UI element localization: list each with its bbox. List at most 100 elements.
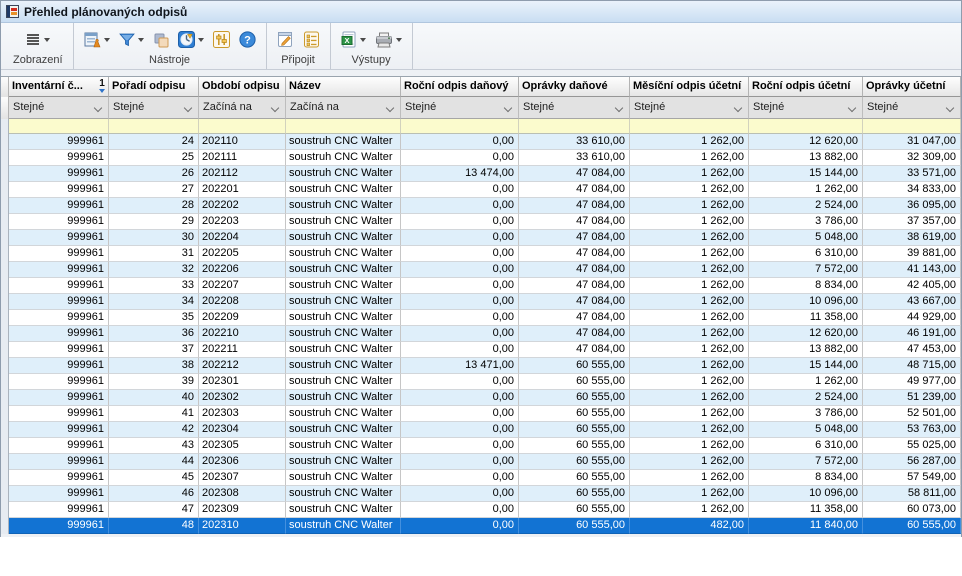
grid-cell-obdobi-odpisu[interactable]: 202203 xyxy=(199,214,286,230)
grid-cell-opravky-danove[interactable]: 60 555,00 xyxy=(519,406,630,422)
grid-cell-mesicni-odpis-ucetni[interactable]: 1 262,00 xyxy=(630,294,749,310)
grid-cell-poradi-odpisu[interactable]: 36 xyxy=(109,326,199,342)
grid-cell-obdobi-odpisu[interactable]: 202112 xyxy=(199,166,286,182)
grid-cell-rocni-odpis-ucetni[interactable]: 3 786,00 xyxy=(749,406,863,422)
column-header-mesicni-odpis-ucetni[interactable]: Měsíční odpis účetní xyxy=(630,77,749,97)
column-header-obdobi-odpisu[interactable]: Období odpisu xyxy=(199,77,286,97)
grid-cell-opravky-ucetni[interactable]: 48 715,00 xyxy=(863,358,961,374)
table-row[interactable]: 99996144202306soustruh CNC Walter0,0060 … xyxy=(1,454,961,470)
grid-cell-mesicni-odpis-ucetni[interactable]: 1 262,00 xyxy=(630,422,749,438)
grid-cell-rocni-odpis-danovy[interactable]: 0,00 xyxy=(401,326,519,342)
grid-cell-obdobi-odpisu[interactable]: 202306 xyxy=(199,454,286,470)
grid-cell-inventarni-cislo[interactable]: 999961 xyxy=(9,294,109,310)
table-row[interactable]: 99996146202308soustruh CNC Walter0,0060 … xyxy=(1,486,961,502)
grid-cell-obdobi-odpisu[interactable]: 202209 xyxy=(199,310,286,326)
grid-cell-poradi-odpisu[interactable]: 27 xyxy=(109,182,199,198)
grid-cell-rocni-odpis-ucetni[interactable]: 2 524,00 xyxy=(749,390,863,406)
grid-cell-mesicni-odpis-ucetni[interactable]: 1 262,00 xyxy=(630,166,749,182)
grid-cell-opravky-ucetni[interactable]: 53 763,00 xyxy=(863,422,961,438)
grid-cell-opravky-danove[interactable]: 47 084,00 xyxy=(519,166,630,182)
table-row[interactable]: 99996124202110soustruh CNC Walter0,0033 … xyxy=(1,134,961,150)
grid-cell-obdobi-odpisu[interactable]: 202110 xyxy=(199,134,286,150)
grid-cell-rocni-odpis-ucetni[interactable]: 5 048,00 xyxy=(749,422,863,438)
table-row[interactable]: 99996139202301soustruh CNC Walter0,0060 … xyxy=(1,374,961,390)
grid-cell-inventarni-cislo[interactable]: 999961 xyxy=(9,150,109,166)
grid-cell-poradi-odpisu[interactable]: 32 xyxy=(109,262,199,278)
grid-cell-opravky-danove[interactable]: 47 084,00 xyxy=(519,198,630,214)
grid-cell-rocni-odpis-danovy[interactable]: 0,00 xyxy=(401,198,519,214)
grid-cell-poradi-odpisu[interactable]: 40 xyxy=(109,390,199,406)
column-header-inventarni-cislo[interactable]: Inventární č...1 xyxy=(9,77,109,97)
grid-cell-rocni-odpis-ucetni[interactable]: 1 262,00 xyxy=(749,374,863,390)
grid-cell-opravky-ucetni[interactable]: 32 309,00 xyxy=(863,150,961,166)
filter-dropdown-inventarni-cislo[interactable]: Stejné xyxy=(9,97,109,119)
column-header-poradi-odpisu[interactable]: Pořadí odpisu xyxy=(109,77,199,97)
grid-cell-rocni-odpis-danovy[interactable]: 0,00 xyxy=(401,486,519,502)
grid-cell-rocni-odpis-ucetni[interactable]: 13 882,00 xyxy=(749,342,863,358)
grid-cell-opravky-danove[interactable]: 60 555,00 xyxy=(519,486,630,502)
grid-cell-rocni-odpis-ucetni[interactable]: 10 096,00 xyxy=(749,294,863,310)
grid-cell-rocni-odpis-danovy[interactable]: 0,00 xyxy=(401,134,519,150)
grid-cell-inventarni-cislo[interactable]: 999961 xyxy=(9,518,109,534)
grid-cell-opravky-danove[interactable]: 47 084,00 xyxy=(519,182,630,198)
grid-cell-obdobi-odpisu[interactable]: 202204 xyxy=(199,230,286,246)
grid-cell-inventarni-cislo[interactable]: 999961 xyxy=(9,182,109,198)
grid-cell-nazev[interactable]: soustruh CNC Walter xyxy=(286,262,401,278)
agenda-settings-button[interactable] xyxy=(82,31,112,49)
grid-cell-rocni-odpis-danovy[interactable]: 0,00 xyxy=(401,214,519,230)
grid-cell-inventarni-cislo[interactable]: 999961 xyxy=(9,262,109,278)
grid-cell-rocni-odpis-ucetni[interactable]: 10 096,00 xyxy=(749,486,863,502)
grid-cell-inventarni-cislo[interactable]: 999961 xyxy=(9,342,109,358)
grid-cell-opravky-ucetni[interactable]: 33 571,00 xyxy=(863,166,961,182)
grid-cell-inventarni-cislo[interactable]: 999961 xyxy=(9,166,109,182)
grid-cell-rocni-odpis-ucetni[interactable]: 6 310,00 xyxy=(749,438,863,454)
grid-cell-rocni-odpis-ucetni[interactable]: 12 620,00 xyxy=(749,134,863,150)
grid-cell-nazev[interactable]: soustruh CNC Walter xyxy=(286,518,401,534)
grid-cell-opravky-ucetni[interactable]: 47 453,00 xyxy=(863,342,961,358)
grid-cell-mesicni-odpis-ucetni[interactable]: 1 262,00 xyxy=(630,214,749,230)
grid-cell-obdobi-odpisu[interactable]: 202309 xyxy=(199,502,286,518)
grid-cell-opravky-ucetni[interactable]: 43 667,00 xyxy=(863,294,961,310)
grid-cell-inventarni-cislo[interactable]: 999961 xyxy=(9,486,109,502)
grid-cell-inventarni-cislo[interactable]: 999961 xyxy=(9,470,109,486)
grid-cell-poradi-odpisu[interactable]: 43 xyxy=(109,438,199,454)
grid-cell-nazev[interactable]: soustruh CNC Walter xyxy=(286,230,401,246)
grid-cell-rocni-odpis-ucetni[interactable]: 7 572,00 xyxy=(749,262,863,278)
grid-cell-nazev[interactable]: soustruh CNC Walter xyxy=(286,438,401,454)
grid-cell-poradi-odpisu[interactable]: 24 xyxy=(109,134,199,150)
grid-cell-rocni-odpis-ucetni[interactable]: 6 310,00 xyxy=(749,246,863,262)
history-button[interactable] xyxy=(176,30,206,49)
grid-cell-nazev[interactable]: soustruh CNC Walter xyxy=(286,454,401,470)
grid-cell-opravky-danove[interactable]: 60 555,00 xyxy=(519,470,630,486)
grid-cell-opravky-danove[interactable]: 60 555,00 xyxy=(519,358,630,374)
grid-cell-mesicni-odpis-ucetni[interactable]: 1 262,00 xyxy=(630,438,749,454)
grid-cell-inventarni-cislo[interactable]: 999961 xyxy=(9,230,109,246)
grid-cell-opravky-ucetni[interactable]: 60 555,00 xyxy=(863,518,961,534)
grid-cell-opravky-ucetni[interactable]: 56 287,00 xyxy=(863,454,961,470)
excel-export-button[interactable]: X xyxy=(339,30,368,49)
grid-cell-obdobi-odpisu[interactable]: 202310 xyxy=(199,518,286,534)
grid-cell-opravky-ucetni[interactable]: 46 191,00 xyxy=(863,326,961,342)
table-row[interactable]: 99996125202111soustruh CNC Walter0,0033 … xyxy=(1,150,961,166)
table-row[interactable]: 99996148202310soustruh CNC Walter0,0060 … xyxy=(1,518,961,534)
grid-cell-inventarni-cislo[interactable]: 999961 xyxy=(9,422,109,438)
table-row[interactable]: 99996138202212soustruh CNC Walter13 471,… xyxy=(1,358,961,374)
grid-cell-mesicni-odpis-ucetni[interactable]: 1 262,00 xyxy=(630,374,749,390)
grid-cell-nazev[interactable]: soustruh CNC Walter xyxy=(286,294,401,310)
grid-cell-opravky-danove[interactable]: 47 084,00 xyxy=(519,262,630,278)
grid-cell-poradi-odpisu[interactable]: 28 xyxy=(109,198,199,214)
grid-cell-opravky-danove[interactable]: 47 084,00 xyxy=(519,326,630,342)
grid-cell-rocni-odpis-danovy[interactable]: 0,00 xyxy=(401,518,519,534)
grid-cell-rocni-odpis-danovy[interactable]: 0,00 xyxy=(401,310,519,326)
note-button[interactable] xyxy=(275,30,296,49)
table-row[interactable]: 99996145202307soustruh CNC Walter0,0060 … xyxy=(1,470,961,486)
grid-cell-opravky-danove[interactable]: 60 555,00 xyxy=(519,422,630,438)
view-layout-button[interactable] xyxy=(23,32,52,48)
column-header-nazev[interactable]: Název xyxy=(286,77,401,97)
grid-cell-obdobi-odpisu[interactable]: 202301 xyxy=(199,374,286,390)
grid-cell-obdobi-odpisu[interactable]: 202211 xyxy=(199,342,286,358)
grid-cell-obdobi-odpisu[interactable]: 202210 xyxy=(199,326,286,342)
grid-cell-rocni-odpis-danovy[interactable]: 0,00 xyxy=(401,422,519,438)
grid-cell-opravky-danove[interactable]: 60 555,00 xyxy=(519,454,630,470)
filter-dropdown-obdobi-odpisu[interactable]: Začíná na xyxy=(199,97,286,119)
